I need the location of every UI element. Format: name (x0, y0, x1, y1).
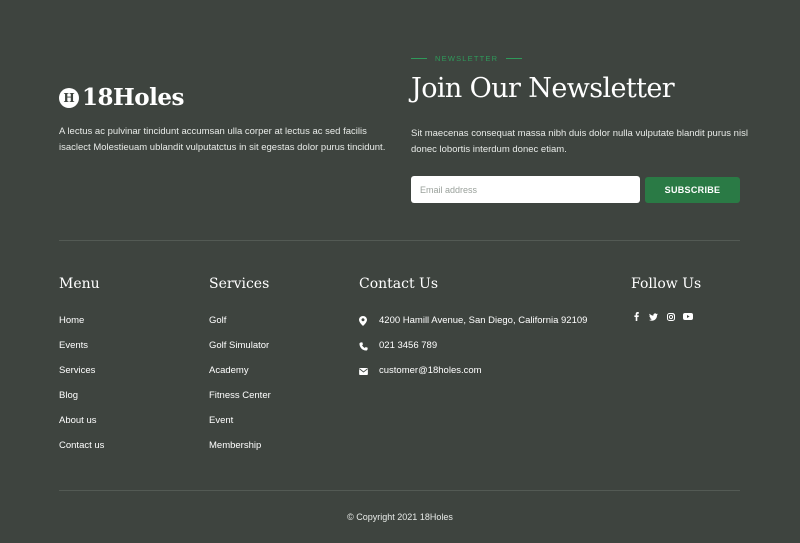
contact-email[interactable]: customer@18holes.com (379, 363, 482, 379)
phone-icon (359, 338, 379, 354)
menu-link-events[interactable]: Events (59, 338, 104, 363)
contact-phone[interactable]: 021 3456 789 (379, 338, 437, 354)
email-input[interactable] (411, 176, 640, 203)
footer-divider-top (59, 240, 740, 241)
services-link-academy[interactable]: Academy (209, 363, 271, 388)
logo-badge: H (59, 87, 79, 108)
social-links (631, 311, 693, 322)
kicker-line-left (411, 58, 427, 59)
facebook-icon[interactable] (631, 311, 642, 322)
brand-logo[interactable]: H 18Holes (59, 84, 184, 111)
services-link-event[interactable]: Event (209, 413, 271, 438)
contact-phone-item: 021 3456 789 (359, 338, 587, 363)
envelope-icon (359, 363, 379, 379)
menu-link-home[interactable]: Home (59, 313, 104, 338)
newsletter-title: Join Our Newsletter (411, 73, 675, 104)
menu-link-about[interactable]: About us (59, 413, 104, 438)
youtube-icon[interactable] (682, 311, 693, 322)
services-link-golf-simulator[interactable]: Golf Simulator (209, 338, 271, 363)
kicker-line-right (506, 58, 523, 59)
brand-description: A lectus ac pulvinar tincidunt accumsan … (59, 126, 386, 153)
contact-email-item: customer@18holes.com (359, 363, 587, 388)
menu-link-contact[interactable]: Contact us (59, 438, 104, 463)
instagram-icon[interactable] (665, 311, 676, 322)
newsletter-description: Sit maecenas consequat massa nibh duis d… (411, 128, 748, 155)
menu-heading: Menu (59, 276, 100, 292)
services-list: Golf Golf Simulator Academy Fitness Cent… (209, 313, 271, 463)
map-pin-icon (359, 313, 379, 329)
services-link-membership[interactable]: Membership (209, 438, 271, 463)
footer-divider-bottom (59, 490, 740, 491)
subscribe-button[interactable]: SUBSCRIBE (645, 177, 740, 203)
contact-address-item: 4200 Hamill Avenue, San Diego, Californi… (359, 313, 587, 338)
newsletter-kicker: NEWSLETTER (411, 54, 523, 63)
services-link-golf[interactable]: Golf (209, 313, 271, 338)
contact-address: 4200 Hamill Avenue, San Diego, Californi… (379, 315, 588, 326)
services-link-fitness-center[interactable]: Fitness Center (209, 388, 271, 413)
contact-heading: Contact Us (359, 276, 439, 292)
menu-link-blog[interactable]: Blog (59, 388, 104, 413)
menu-list: Home Events Services Blog About us Conta… (59, 313, 104, 463)
follow-heading: Follow Us (631, 276, 702, 292)
brand-name: 18Holes (82, 84, 184, 111)
newsletter-kicker-label: NEWSLETTER (435, 54, 499, 63)
menu-link-services[interactable]: Services (59, 363, 104, 388)
contact-list: 4200 Hamill Avenue, San Diego, Californi… (359, 313, 587, 388)
copyright-text: © Copyright 2021 18Holes (347, 512, 453, 522)
twitter-icon[interactable] (648, 311, 659, 322)
services-heading: Services (209, 276, 270, 292)
